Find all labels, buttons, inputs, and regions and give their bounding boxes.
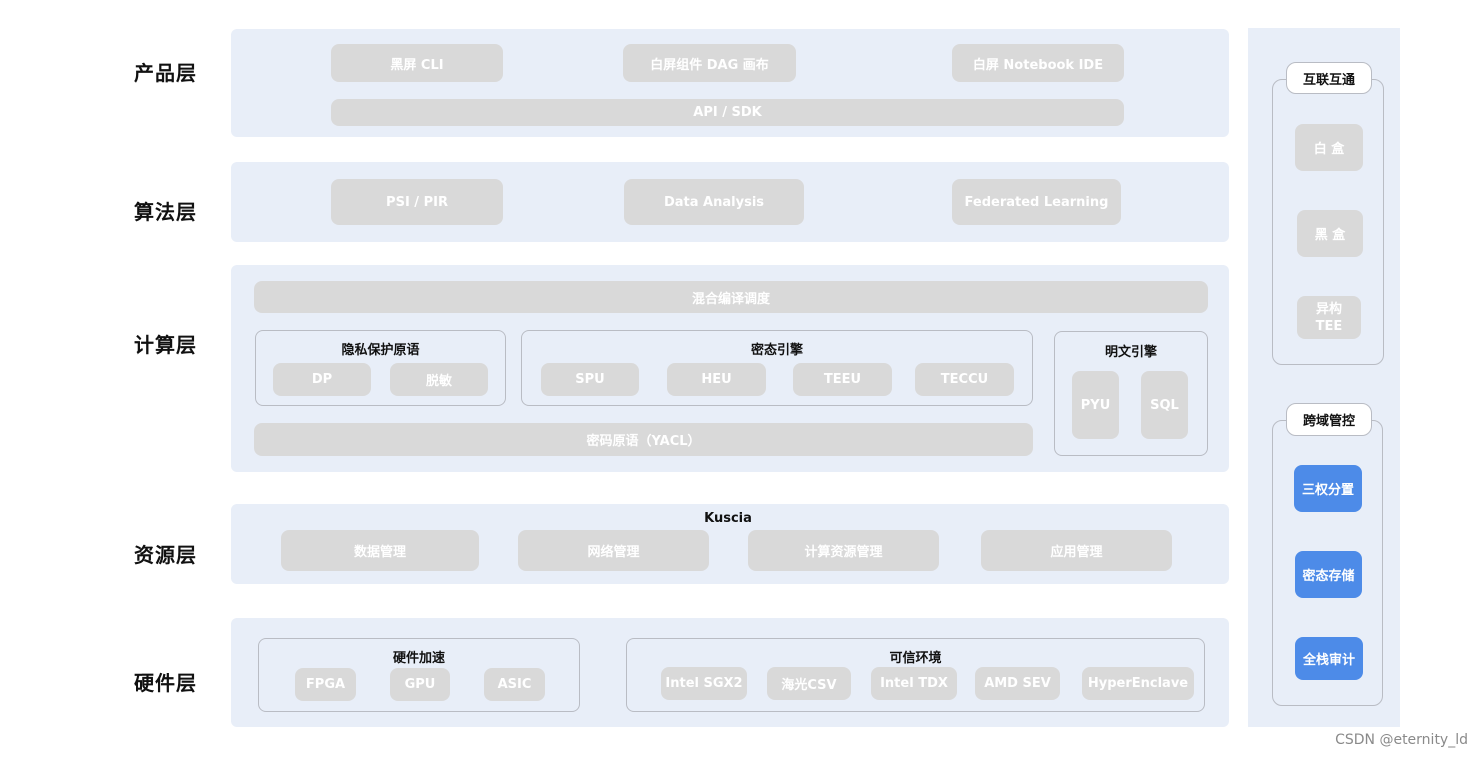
cipher-engine-title: 密态引擎 xyxy=(750,343,803,358)
product-item-dag: 白屏组件 DAG 画布 xyxy=(623,44,796,82)
compute-yacl: 密码原语（YACL） xyxy=(254,423,1033,456)
csdn-watermark: CSDN @eternity_ld xyxy=(1335,732,1468,748)
governance-title: 跨域管控 xyxy=(1286,403,1372,436)
interop-item-blackbox: 黑 盒 xyxy=(1297,210,1363,257)
trusted-item-sev: AMD SEV xyxy=(975,667,1060,700)
resource-item-compute: 计算资源管理 xyxy=(748,530,939,571)
trusted-env-title: 可信环境 xyxy=(889,651,942,666)
trusted-item-csv: 海光CSV xyxy=(767,667,851,700)
product-item-cli: 黑屏 CLI xyxy=(331,44,503,82)
accel-item-asic: ASIC xyxy=(484,668,545,701)
cipher-item-heu: HEU xyxy=(667,363,766,396)
layer-label-resource: 资源层 xyxy=(134,543,197,567)
product-item-notebook: 白屏 Notebook IDE xyxy=(952,44,1124,82)
layer-label-hardware: 硬件层 xyxy=(134,671,197,695)
algorithm-item-data-analysis: Data Analysis xyxy=(624,179,804,225)
privacy-primitives-title: 隐私保护原语 xyxy=(341,343,420,358)
resource-item-app: 应用管理 xyxy=(981,530,1172,571)
cipher-engine-group: 密态引擎 SPU HEU TEEU TECCU xyxy=(521,330,1033,406)
layer-label-compute: 计算层 xyxy=(134,333,197,357)
plain-engine-title: 明文引擎 xyxy=(1104,345,1157,360)
governance-item-separation: 三权分置 xyxy=(1294,465,1362,512)
layer-label-product: 产品层 xyxy=(134,61,197,85)
interop-item-hetero-tee: 异构 TEE xyxy=(1297,296,1361,339)
cipher-item-teccu: TECCU xyxy=(915,363,1014,396)
resource-item-data: 数据管理 xyxy=(281,530,479,571)
hardware-accel-group: 硬件加速 FPGA GPU ASIC xyxy=(258,638,580,712)
trusted-item-sgx2: Intel SGX2 xyxy=(661,667,747,700)
plain-item-pyu: PYU xyxy=(1072,371,1119,439)
privacy-item-desensitize: 脱敏 xyxy=(390,363,488,396)
privacy-primitives-group: 隐私保护原语 DP 脱敏 xyxy=(255,330,506,406)
algorithm-item-federated: Federated Learning xyxy=(952,179,1121,225)
resource-kuscia-title: Kuscia xyxy=(704,511,752,526)
interop-title: 互联互通 xyxy=(1286,62,1372,94)
product-api-sdk: API / SDK xyxy=(331,99,1124,126)
hardware-accel-title: 硬件加速 xyxy=(392,651,445,666)
resource-item-network: 网络管理 xyxy=(518,530,709,571)
cipher-item-teeu: TEEU xyxy=(793,363,892,396)
trusted-item-hyperenclave: HyperEnclave xyxy=(1082,667,1194,700)
trusted-env-group: 可信环境 Intel SGX2 海光CSV Intel TDX AMD SEV … xyxy=(626,638,1205,712)
cipher-item-spu: SPU xyxy=(541,363,639,396)
privacy-item-dp: DP xyxy=(273,363,371,396)
accel-item-fpga: FPGA xyxy=(295,668,356,701)
layer-label-algorithm: 算法层 xyxy=(134,200,197,224)
accel-item-gpu: GPU xyxy=(390,668,450,701)
interop-item-whitebox: 白 盒 xyxy=(1295,124,1363,171)
algorithm-item-psi: PSI / PIR xyxy=(331,179,503,225)
governance-item-full-audit: 全栈审计 xyxy=(1295,637,1363,680)
plain-engine-group: 明文引擎 PYU SQL xyxy=(1054,331,1208,456)
compute-scheduler: 混合编译调度 xyxy=(254,281,1208,313)
governance-item-encrypted-storage: 密态存储 xyxy=(1295,551,1362,598)
plain-item-sql: SQL xyxy=(1141,371,1188,439)
trusted-item-tdx: Intel TDX xyxy=(871,667,957,700)
